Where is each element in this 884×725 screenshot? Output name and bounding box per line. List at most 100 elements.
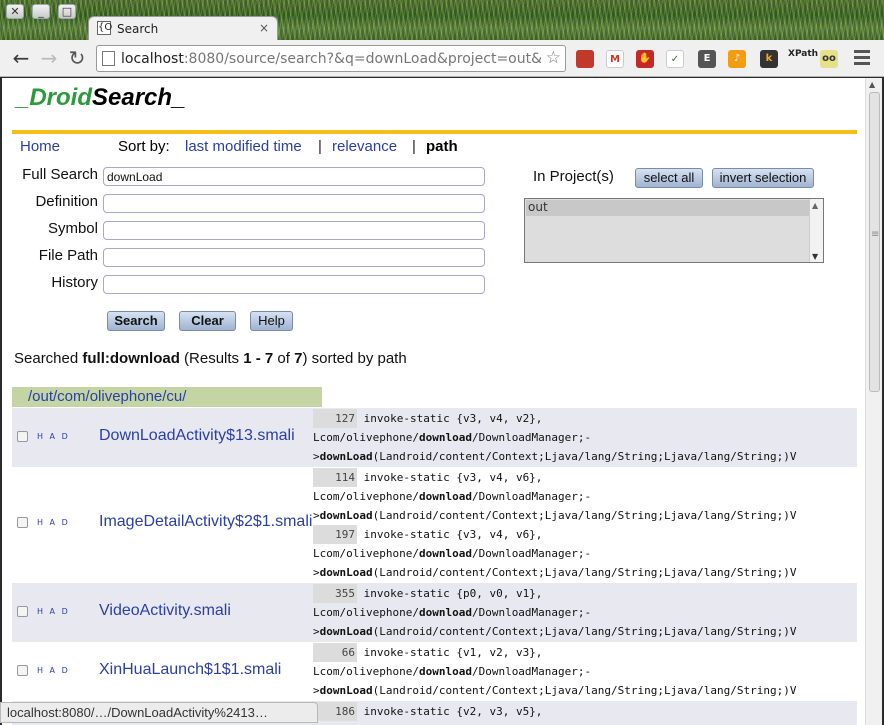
scroll-up-icon[interactable]: ▲: [812, 201, 818, 210]
page-icon: [102, 51, 115, 66]
code-text: >: [313, 450, 320, 463]
close-window-icon[interactable]: ✕: [6, 4, 24, 19]
project-option[interactable]: out: [526, 200, 809, 216]
history-annotate-download-links[interactable]: H A D: [37, 607, 70, 616]
code-line: invoke-static {v3, v4, v6},: [357, 528, 543, 541]
lastpass-icon[interactable]: [576, 50, 594, 68]
home-link[interactable]: Home: [20, 138, 60, 155]
code-snippet: 114 invoke-static {v3, v4, v6}, Lcom/oli…: [313, 468, 796, 582]
file-path-input[interactable]: [103, 248, 485, 267]
result-file-link[interactable]: ImageDetailActivity$2$1.smali: [99, 513, 312, 531]
summary-of: of: [273, 350, 295, 367]
symbol-label: Symbol: [47, 220, 98, 237]
back-button[interactable]: ←: [10, 48, 32, 70]
sort-last-modified-link[interactable]: last modified time: [185, 138, 302, 155]
url-text[interactable]: localhost:8080/source/search?&q=downLoad…: [121, 51, 541, 67]
code-text: Lcom/olivephone/: [313, 547, 419, 560]
result-checkbox[interactable]: [17, 606, 28, 617]
symbol-input[interactable]: [103, 221, 485, 240]
code-snippet: 127 invoke-static {v3, v4, v2}, Lcom/oli…: [313, 409, 796, 466]
result-checkbox[interactable]: [17, 431, 28, 442]
line-number-link[interactable]: 186: [313, 702, 357, 721]
code-text: /DownloadManager;-: [471, 606, 592, 619]
sort-relevance-link[interactable]: relevance: [332, 138, 397, 155]
sort-by-label: Sort by:: [118, 138, 170, 155]
bookmark-star-icon[interactable]: ☆: [546, 48, 561, 68]
code-text: /DownloadManager;-: [471, 490, 592, 503]
line-number-link[interactable]: 114: [313, 468, 357, 487]
project-list[interactable]: out ▲ ▼: [524, 198, 824, 263]
clear-button[interactable]: Clear: [179, 311, 236, 331]
scroll-down-icon[interactable]: ▼: [812, 252, 818, 261]
page-content: _DroidSearch_ Home Sort by: last modifie…: [2, 78, 865, 725]
full-search-input[interactable]: [103, 167, 485, 186]
history-annotate-download-links[interactable]: H A D: [37, 666, 70, 675]
directory-link[interactable]: /out/com/olivephone/cu/: [28, 388, 186, 405]
code-text: >: [313, 566, 320, 579]
select-all-button[interactable]: select all: [635, 168, 703, 188]
xpath-icon[interactable]: XPath: [788, 50, 818, 68]
result-checkbox[interactable]: [17, 665, 28, 676]
browser-tab[interactable]: {O Search ×: [88, 16, 278, 40]
line-number-link[interactable]: 197: [313, 525, 357, 544]
nav-separator: |: [318, 138, 322, 155]
result-file-link[interactable]: DownLoadActivity$13.smali: [99, 427, 295, 445]
result-file-link[interactable]: VideoActivity.smali: [99, 602, 231, 620]
tripadvisor-owl-icon[interactable]: oo: [820, 50, 838, 68]
address-bar[interactable]: localhost:8080/source/search?&q=downLoad…: [96, 45, 566, 72]
chrome-menu-icon[interactable]: [854, 50, 870, 68]
tab-title: Search: [117, 22, 159, 36]
file-path-label: File Path: [38, 247, 98, 264]
evernote-icon[interactable]: E: [698, 50, 716, 68]
code-text: >: [313, 684, 320, 697]
history-label: History: [51, 274, 98, 291]
result-file-link[interactable]: XinHuaLaunch$1$1.smali: [99, 661, 281, 679]
summary-query: full:download: [82, 350, 180, 367]
code-match: download: [418, 606, 472, 619]
invert-selection-button[interactable]: invert selection: [712, 168, 814, 188]
maximize-window-icon[interactable]: □: [58, 4, 76, 19]
project-list-scrollbar[interactable]: ▲ ▼: [809, 199, 823, 262]
directory-header: /out/com/olivephone/cu/: [12, 387, 322, 407]
history-input[interactable]: [103, 275, 485, 294]
todo-check-icon[interactable]: ✓: [666, 50, 684, 68]
klout-icon[interactable]: k: [760, 50, 778, 68]
sort-path-current: path: [426, 138, 458, 155]
code-match: downLoad: [319, 625, 373, 638]
minimize-window-icon[interactable]: _: [32, 4, 50, 19]
line-number-link[interactable]: 355: [313, 584, 357, 603]
nav-separator: |: [412, 138, 416, 155]
tab-close-icon[interactable]: ×: [259, 21, 269, 35]
code-text: (Landroid/content/Context;Ljava/lang/Str…: [372, 566, 797, 579]
scroll-up-icon[interactable]: ▲: [869, 80, 875, 89]
status-bar: localhost:8080/…/DownLoadActivity%2413…: [0, 702, 318, 723]
history-annotate-download-links[interactable]: H A D: [37, 432, 70, 441]
code-line: invoke-static {v3, v4, v6},: [357, 471, 543, 484]
result-checkbox[interactable]: [17, 517, 28, 528]
line-number-link[interactable]: 66: [313, 643, 357, 662]
logo-part1: _Droid: [16, 84, 93, 111]
header-divider: [12, 130, 857, 134]
page-scrollbar[interactable]: ▲: [865, 78, 882, 725]
code-text: /DownloadManager;-: [471, 547, 592, 560]
search-button[interactable]: Search: [107, 311, 165, 331]
scroll-thumb[interactable]: [869, 92, 880, 392]
definition-input[interactable]: [103, 194, 485, 213]
full-search-label: Full Search: [22, 166, 98, 183]
code-match: downLoad: [319, 509, 373, 522]
line-number-link[interactable]: 127: [313, 409, 357, 428]
history-annotate-download-links[interactable]: H A D: [37, 518, 70, 527]
gmail-icon[interactable]: M: [606, 50, 624, 68]
url-path: :8080/source/search?&q=downLoad&project=…: [183, 51, 541, 67]
code-line: invoke-static {v3, v4, v2},: [357, 412, 543, 425]
code-text: (Landroid/content/Context;Ljava/lang/Str…: [372, 625, 797, 638]
stop-hand-icon[interactable]: ✋: [636, 50, 654, 68]
help-button[interactable]: Help: [250, 311, 293, 331]
code-line: invoke-static {p0, v0, v1},: [357, 587, 543, 600]
music-icon[interactable]: ♪: [728, 50, 746, 68]
code-text: /DownloadManager;-: [471, 431, 592, 444]
forward-button[interactable]: →: [38, 48, 60, 70]
code-line: invoke-static {v1, v2, v3},: [357, 646, 543, 659]
code-snippet: 66 invoke-static {v1, v2, v3}, Lcom/oliv…: [313, 643, 796, 700]
reload-button[interactable]: ↻: [66, 48, 88, 70]
